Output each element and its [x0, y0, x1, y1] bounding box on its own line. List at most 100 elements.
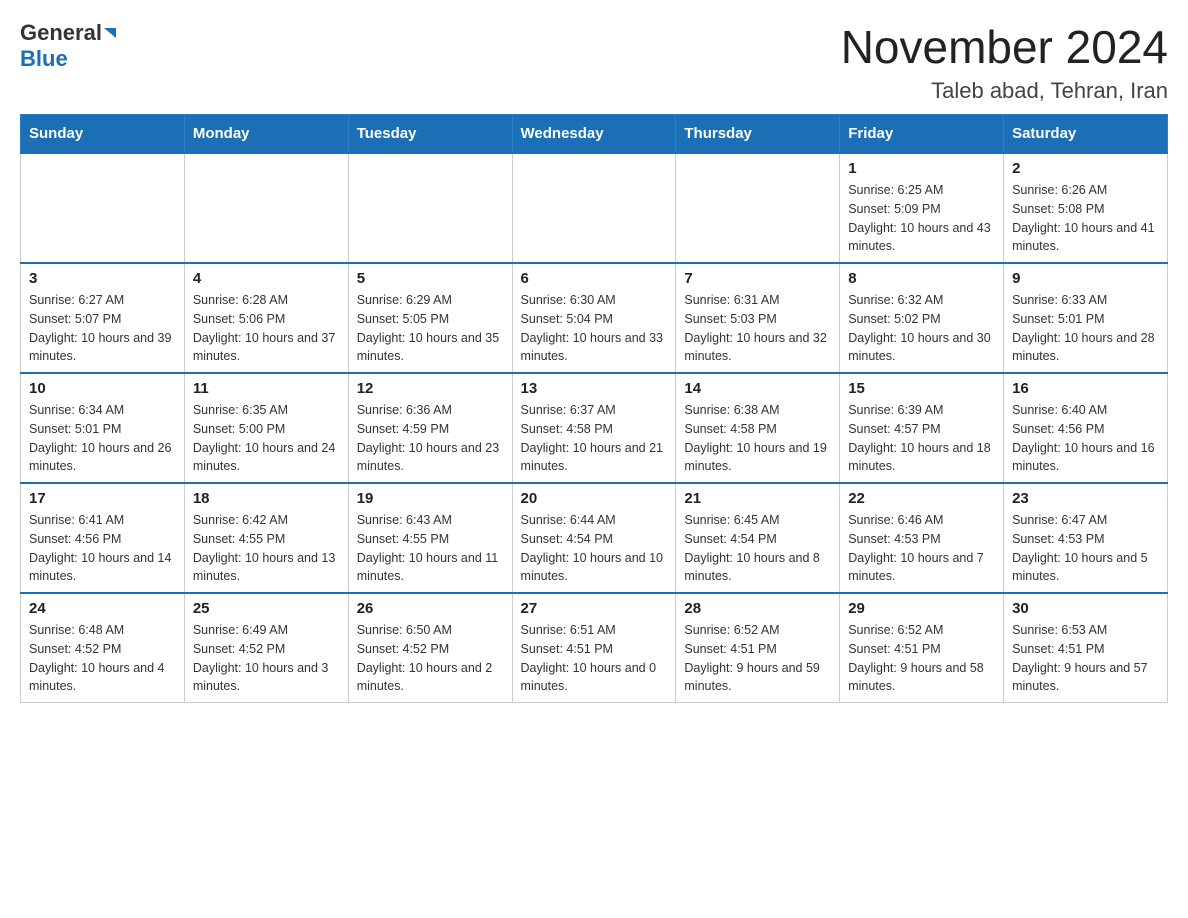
calendar-cell: 23Sunrise: 6:47 AMSunset: 4:53 PMDayligh… — [1004, 483, 1168, 593]
day-number: 3 — [29, 270, 176, 287]
day-info: Sunrise: 6:51 AMSunset: 4:51 PMDaylight:… — [521, 621, 668, 696]
calendar-cell: 26 Sunrise: 6:50 AMSunset: 4:52 PMDayligh… — [348, 593, 512, 703]
calendar-week-row: 3 Sunrise: 6:27 AMSunset: 5:07 PMDaylight… — [21, 263, 1168, 373]
day-number: 27 — [521, 600, 668, 617]
calendar-cell: 12 Sunrise: 6:36 AMSunset: 4:59 PMDayligh… — [348, 373, 512, 483]
day-of-week-header: Friday — [840, 115, 1004, 154]
day-info: Sunrise: 6:39 AMSunset: 4:57 PMDaylight:… — [848, 401, 995, 476]
day-info: Sunrise: 6:46 AMSunset: 4:53 PMDaylight:… — [848, 511, 995, 586]
calendar-cell: 22 Sunrise: 6:46 AMSunset: 4:53 PMDayligh… — [840, 483, 1004, 593]
day-number: 12 — [357, 380, 504, 397]
calendar-cell: 1 Sunrise: 6:25 AMSunset: 5:09 PMDaylight… — [840, 153, 1004, 263]
calendar-header-row: SundayMondayTuesdayWednesdayThursdayFrid… — [21, 115, 1168, 154]
day-of-week-header: Sunday — [21, 115, 185, 154]
calendar-cell: 15 Sunrise: 6:39 AMSunset: 4:57 PMDayligh… — [840, 373, 1004, 483]
day-number: 10 — [29, 380, 176, 397]
day-number: 26 — [357, 600, 504, 617]
day-number: 6 — [521, 270, 668, 287]
day-of-week-header: Saturday — [1004, 115, 1168, 154]
day-info: Sunrise: 6:52 AMSunset: 4:51 PMDaylight:… — [848, 621, 995, 696]
day-number: 20 — [521, 490, 668, 507]
day-info: Sunrise: 6:30 AMSunset: 5:04 PMDaylight:… — [521, 291, 668, 366]
day-info: Sunrise: 6:36 AMSunset: 4:59 PMDaylight:… — [357, 401, 504, 476]
day-info: Sunrise: 6:53 AMSunset: 4:51 PMDaylight:… — [1012, 621, 1159, 696]
day-info: Sunrise: 6:41 AMSunset: 4:56 PMDaylight:… — [29, 511, 176, 586]
day-info: Sunrise: 6:28 AMSunset: 5:06 PMDaylight:… — [193, 291, 340, 366]
day-number: 8 — [848, 270, 995, 287]
month-year-title: November 2024 — [841, 20, 1168, 74]
day-info: Sunrise: 6:35 AMSunset: 5:00 PMDaylight:… — [193, 401, 340, 476]
calendar-cell: 25Sunrise: 6:49 AMSunset: 4:52 PMDayligh… — [184, 593, 348, 703]
day-info: Sunrise: 6:50 AMSunset: 4:52 PMDaylight:… — [357, 621, 504, 696]
logo-blue-text: Blue — [20, 46, 68, 72]
calendar-cell: 2Sunrise: 6:26 AMSunset: 5:08 PMDaylight… — [1004, 153, 1168, 263]
day-number: 21 — [684, 490, 831, 507]
day-number: 1 — [848, 160, 995, 177]
calendar-cell: 8 Sunrise: 6:32 AMSunset: 5:02 PMDaylight… — [840, 263, 1004, 373]
calendar-cell: 7Sunrise: 6:31 AMSunset: 5:03 PMDaylight… — [676, 263, 840, 373]
calendar-cell: 28 Sunrise: 6:52 AMSunset: 4:51 PMDayligh… — [676, 593, 840, 703]
day-number: 19 — [357, 490, 504, 507]
day-info: Sunrise: 6:43 AMSunset: 4:55 PMDaylight:… — [357, 511, 504, 586]
day-info: Sunrise: 6:52 AMSunset: 4:51 PMDaylight:… — [684, 621, 831, 696]
calendar-cell — [184, 153, 348, 263]
calendar-cell: 24 Sunrise: 6:48 AMSunset: 4:52 PMDayligh… — [21, 593, 185, 703]
calendar-cell: 5 Sunrise: 6:29 AMSunset: 5:05 PMDaylight… — [348, 263, 512, 373]
day-number: 28 — [684, 600, 831, 617]
calendar-cell: 20 Sunrise: 6:44 AMSunset: 4:54 PMDayligh… — [512, 483, 676, 593]
title-area: November 2024 Taleb abad, Tehran, Iran — [841, 20, 1168, 104]
day-number: 15 — [848, 380, 995, 397]
calendar-cell — [348, 153, 512, 263]
day-number: 23 — [1012, 490, 1159, 507]
day-info: Sunrise: 6:49 AMSunset: 4:52 PMDaylight:… — [193, 621, 340, 696]
calendar-cell: 30 Sunrise: 6:53 AMSunset: 4:51 PMDayligh… — [1004, 593, 1168, 703]
day-number: 11 — [193, 380, 340, 397]
day-number: 24 — [29, 600, 176, 617]
calendar-cell — [21, 153, 185, 263]
calendar-cell: 19 Sunrise: 6:43 AMSunset: 4:55 PMDayligh… — [348, 483, 512, 593]
calendar-cell: 10 Sunrise: 6:34 AMSunset: 5:01 PMDayligh… — [21, 373, 185, 483]
day-info: Sunrise: 6:25 AMSunset: 5:09 PMDaylight:… — [848, 181, 995, 256]
day-info: Sunrise: 6:45 AMSunset: 4:54 PMDaylight:… — [684, 511, 831, 586]
logo-arrow-icon — [104, 28, 116, 38]
logo: General Blue — [20, 20, 116, 72]
calendar-week-row: 24 Sunrise: 6:48 AMSunset: 4:52 PMDayligh… — [21, 593, 1168, 703]
calendar-cell — [676, 153, 840, 263]
day-info: Sunrise: 6:32 AMSunset: 5:02 PMDaylight:… — [848, 291, 995, 366]
day-of-week-header: Monday — [184, 115, 348, 154]
calendar-cell — [512, 153, 676, 263]
day-of-week-header: Tuesday — [348, 115, 512, 154]
day-number: 14 — [684, 380, 831, 397]
calendar-cell: 14 Sunrise: 6:38 AMSunset: 4:58 PMDayligh… — [676, 373, 840, 483]
day-info: Sunrise: 6:37 AMSunset: 4:58 PMDaylight:… — [521, 401, 668, 476]
calendar-week-row: 10 Sunrise: 6:34 AMSunset: 5:01 PMDayligh… — [21, 373, 1168, 483]
day-info: Sunrise: 6:29 AMSunset: 5:05 PMDaylight:… — [357, 291, 504, 366]
day-info: Sunrise: 6:40 AMSunset: 4:56 PMDaylight:… — [1012, 401, 1159, 476]
calendar-cell: 16Sunrise: 6:40 AMSunset: 4:56 PMDayligh… — [1004, 373, 1168, 483]
day-number: 9 — [1012, 270, 1159, 287]
calendar-cell: 17 Sunrise: 6:41 AMSunset: 4:56 PMDayligh… — [21, 483, 185, 593]
day-info: Sunrise: 6:34 AMSunset: 5:01 PMDaylight:… — [29, 401, 176, 476]
day-number: 17 — [29, 490, 176, 507]
location-subtitle: Taleb abad, Tehran, Iran — [841, 78, 1168, 104]
calendar-cell: 6 Sunrise: 6:30 AMSunset: 5:04 PMDaylight… — [512, 263, 676, 373]
calendar-table: SundayMondayTuesdayWednesdayThursdayFrid… — [20, 114, 1168, 703]
calendar-week-row: 1 Sunrise: 6:25 AMSunset: 5:09 PMDaylight… — [21, 153, 1168, 263]
day-info: Sunrise: 6:27 AMSunset: 5:07 PMDaylight:… — [29, 291, 176, 366]
day-info: Sunrise: 6:38 AMSunset: 4:58 PMDaylight:… — [684, 401, 831, 476]
logo-general-text: General — [20, 20, 102, 46]
day-info: Sunrise: 6:26 AMSunset: 5:08 PMDaylight:… — [1012, 181, 1159, 256]
calendar-cell: 11 Sunrise: 6:35 AMSunset: 5:00 PMDayligh… — [184, 373, 348, 483]
day-info: Sunrise: 6:48 AMSunset: 4:52 PMDaylight:… — [29, 621, 176, 696]
calendar-week-row: 17 Sunrise: 6:41 AMSunset: 4:56 PMDayligh… — [21, 483, 1168, 593]
day-number: 29 — [848, 600, 995, 617]
day-info: Sunrise: 6:42 AMSunset: 4:55 PMDaylight:… — [193, 511, 340, 586]
calendar-cell: 27 Sunrise: 6:51 AMSunset: 4:51 PMDayligh… — [512, 593, 676, 703]
day-of-week-header: Thursday — [676, 115, 840, 154]
day-info: Sunrise: 6:44 AMSunset: 4:54 PMDaylight:… — [521, 511, 668, 586]
calendar-cell: 13Sunrise: 6:37 AMSunset: 4:58 PMDayligh… — [512, 373, 676, 483]
day-number: 22 — [848, 490, 995, 507]
day-number: 5 — [357, 270, 504, 287]
day-number: 30 — [1012, 600, 1159, 617]
calendar-cell: 18Sunrise: 6:42 AMSunset: 4:55 PMDayligh… — [184, 483, 348, 593]
